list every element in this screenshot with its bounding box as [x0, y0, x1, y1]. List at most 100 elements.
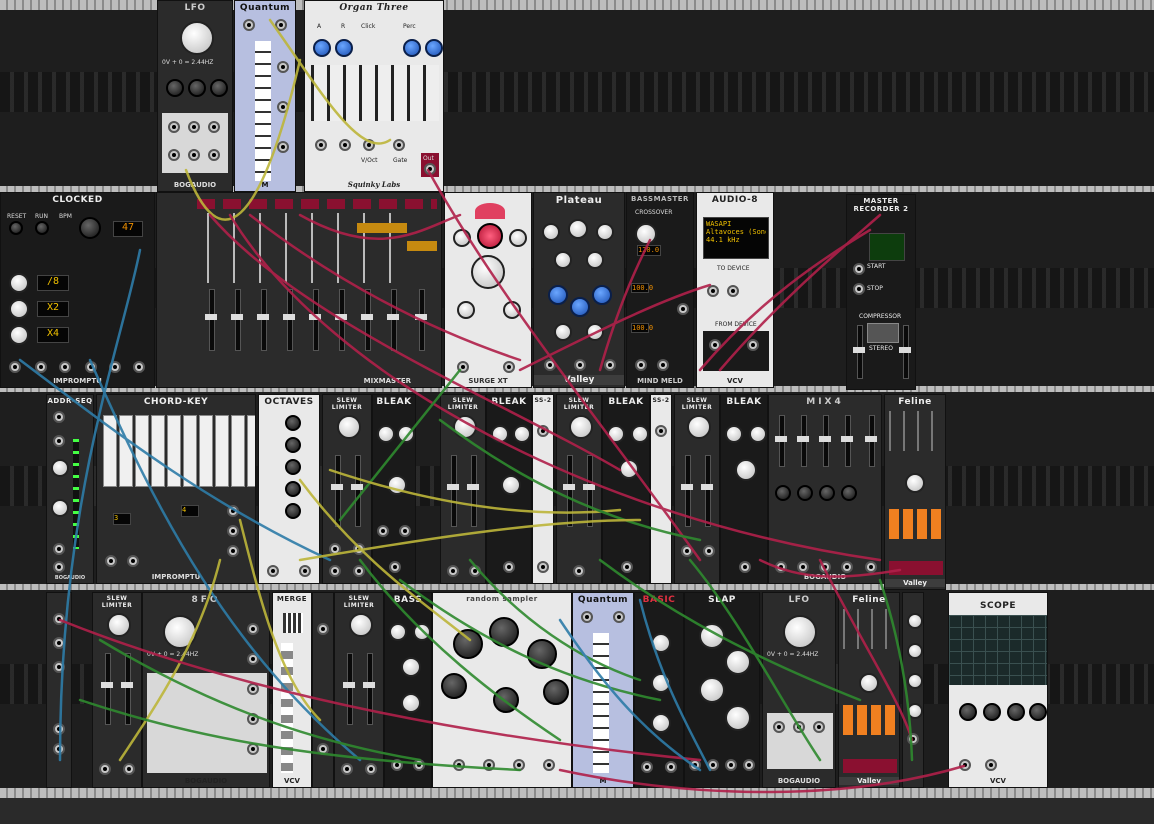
- chord-key-module[interactable]: CHORD-KEY 3 4 IMPROMPTU: [96, 394, 256, 584]
- clock-jack[interactable]: [453, 759, 465, 771]
- in-jack[interactable]: [537, 425, 549, 437]
- octave-knob-1[interactable]: [285, 415, 301, 431]
- left-knob[interactable]: [453, 229, 471, 247]
- clk3-output-jack[interactable]: [133, 361, 145, 373]
- gate-jack[interactable]: [105, 555, 117, 567]
- output-jack[interactable]: [503, 361, 515, 373]
- rise-cv-jack[interactable]: [681, 545, 693, 557]
- merge-inputs[interactable]: [281, 643, 293, 773]
- oct-knob[interactable]: [513, 425, 531, 443]
- drive-knob[interactable]: [905, 473, 925, 493]
- mod-depth-jack[interactable]: [604, 359, 616, 371]
- arp-in-jack[interactable]: [317, 623, 329, 635]
- time-knob[interactable]: [1007, 703, 1025, 721]
- organ-three-module[interactable]: Organ Three A R Click Perc V/Oct Gate Ou…: [304, 0, 444, 192]
- out-jack[interactable]: [299, 565, 311, 577]
- voct-jack[interactable]: [363, 139, 375, 151]
- feline-filter-module[interactable]: Feline Valley: [884, 394, 946, 590]
- out-jack[interactable]: [123, 763, 135, 775]
- trigger-jack[interactable]: [277, 101, 289, 113]
- out-jack[interactable]: [365, 763, 377, 775]
- tri-output-jack[interactable]: [188, 121, 200, 133]
- phase-jack-4[interactable]: [247, 713, 259, 725]
- quantum-module[interactable]: Quantum M: [234, 0, 296, 192]
- channel-fader-2[interactable]: [231, 289, 243, 351]
- attack-cv-jack[interactable]: [315, 139, 327, 151]
- in-jack-1[interactable]: [775, 561, 787, 573]
- mix4-module[interactable]: MIX4 BOGAUDIO: [768, 394, 882, 584]
- phase-jack-3[interactable]: [247, 683, 259, 695]
- master-fader[interactable]: [415, 289, 427, 351]
- feline-filter-module[interactable]: Feline Valley: [838, 592, 900, 788]
- slap-envelope-module[interactable]: SLAP: [684, 592, 760, 788]
- reset-button[interactable]: [9, 221, 23, 235]
- perc-knob-1[interactable]: [403, 39, 421, 57]
- plateau-module[interactable]: Plateau Valley: [533, 192, 625, 388]
- left-jack[interactable]: [725, 759, 737, 771]
- mod-shape-jack[interactable]: [574, 359, 586, 371]
- out-jack[interactable]: [865, 561, 877, 573]
- out-jack[interactable]: [389, 561, 401, 573]
- out-jack[interactable]: [613, 611, 625, 623]
- frequency-knob[interactable]: [180, 21, 214, 55]
- tune-knob[interactable]: [491, 425, 509, 443]
- to-device-jack-1[interactable]: [707, 285, 719, 297]
- oct-knob[interactable]: [397, 425, 415, 443]
- frequency-knob[interactable]: [783, 615, 817, 649]
- fall-cv-jack[interactable]: [353, 543, 365, 555]
- octave-knob-4[interactable]: [285, 481, 301, 497]
- wave-knob[interactable]: [401, 693, 421, 713]
- gate-jack[interactable]: [513, 759, 525, 771]
- oct-knob[interactable]: [651, 673, 671, 693]
- ch4-level-slider[interactable]: [841, 415, 853, 467]
- attack-knob[interactable]: [699, 623, 725, 649]
- out-jack[interactable]: [53, 561, 65, 573]
- reset-jack[interactable]: [53, 435, 65, 447]
- fm-knob[interactable]: [210, 79, 228, 97]
- out-jack[interactable]: [739, 561, 751, 573]
- to-device-jack-2[interactable]: [727, 285, 739, 297]
- decay-knob[interactable]: [725, 649, 751, 675]
- in-jack[interactable]: [581, 611, 593, 623]
- channel-fader-3[interactable]: [257, 289, 269, 351]
- bpm-knob[interactable]: [79, 217, 101, 239]
- octave-knob-5[interactable]: [285, 503, 301, 519]
- slew-limiter-module[interactable]: SLEW LIMITER: [334, 592, 384, 788]
- input-low-knob[interactable]: [554, 251, 572, 269]
- cv-out-jack-1[interactable]: [227, 505, 239, 517]
- voct-jack[interactable]: [641, 761, 653, 773]
- in-jack-4[interactable]: [841, 561, 853, 573]
- perc-knob-2[interactable]: [425, 39, 443, 57]
- sustain-knob[interactable]: [907, 673, 923, 689]
- mix-level-slider[interactable]: [865, 415, 877, 467]
- clocked-module[interactable]: CLOCKED RESET RUN BPM 47 /8 X2 X4 IMPROM…: [0, 192, 155, 388]
- release-knob[interactable]: [335, 39, 353, 57]
- out-jack[interactable]: [537, 561, 549, 573]
- slew-limiter-module[interactable]: SLEW LIMITER: [322, 394, 372, 584]
- drive-knob[interactable]: [859, 673, 879, 693]
- voct-jack[interactable]: [267, 565, 279, 577]
- out-jack[interactable]: [621, 561, 633, 573]
- 8fo-module[interactable]: 8FO 0V + 0 = 2.44HZ BOGAUDIO: [142, 592, 270, 788]
- abs-jack[interactable]: [53, 723, 65, 735]
- noise-out-jack-3[interactable]: [53, 661, 65, 673]
- octaves-module[interactable]: OCTAVES: [258, 394, 320, 584]
- voct-input-jack[interactable]: [168, 149, 180, 161]
- saw-output-jack[interactable]: [208, 121, 220, 133]
- from-device-jack-2[interactable]: [747, 339, 759, 351]
- in-jack[interactable]: [99, 763, 111, 775]
- fall-slider[interactable]: [467, 455, 479, 527]
- fall-cv-jack[interactable]: [703, 545, 715, 557]
- ss2-module[interactable]: SS-2: [532, 394, 554, 584]
- bleak-oscillator-module[interactable]: BLEAK: [372, 394, 416, 584]
- slew-limiter-module[interactable]: SLEW LIMITER: [674, 394, 720, 584]
- decay-knob[interactable]: [592, 285, 612, 305]
- channel-fader-6[interactable]: [335, 289, 347, 351]
- pan-knob-3[interactable]: [819, 485, 835, 501]
- y-in-jack[interactable]: [985, 759, 997, 771]
- bpm-output-jack[interactable]: [59, 361, 71, 373]
- dist-knob[interactable]: [543, 679, 569, 705]
- merge-module[interactable]: MERGE VCV: [272, 592, 312, 788]
- frequency-knob[interactable]: [163, 615, 197, 649]
- dry-knob[interactable]: [542, 223, 560, 241]
